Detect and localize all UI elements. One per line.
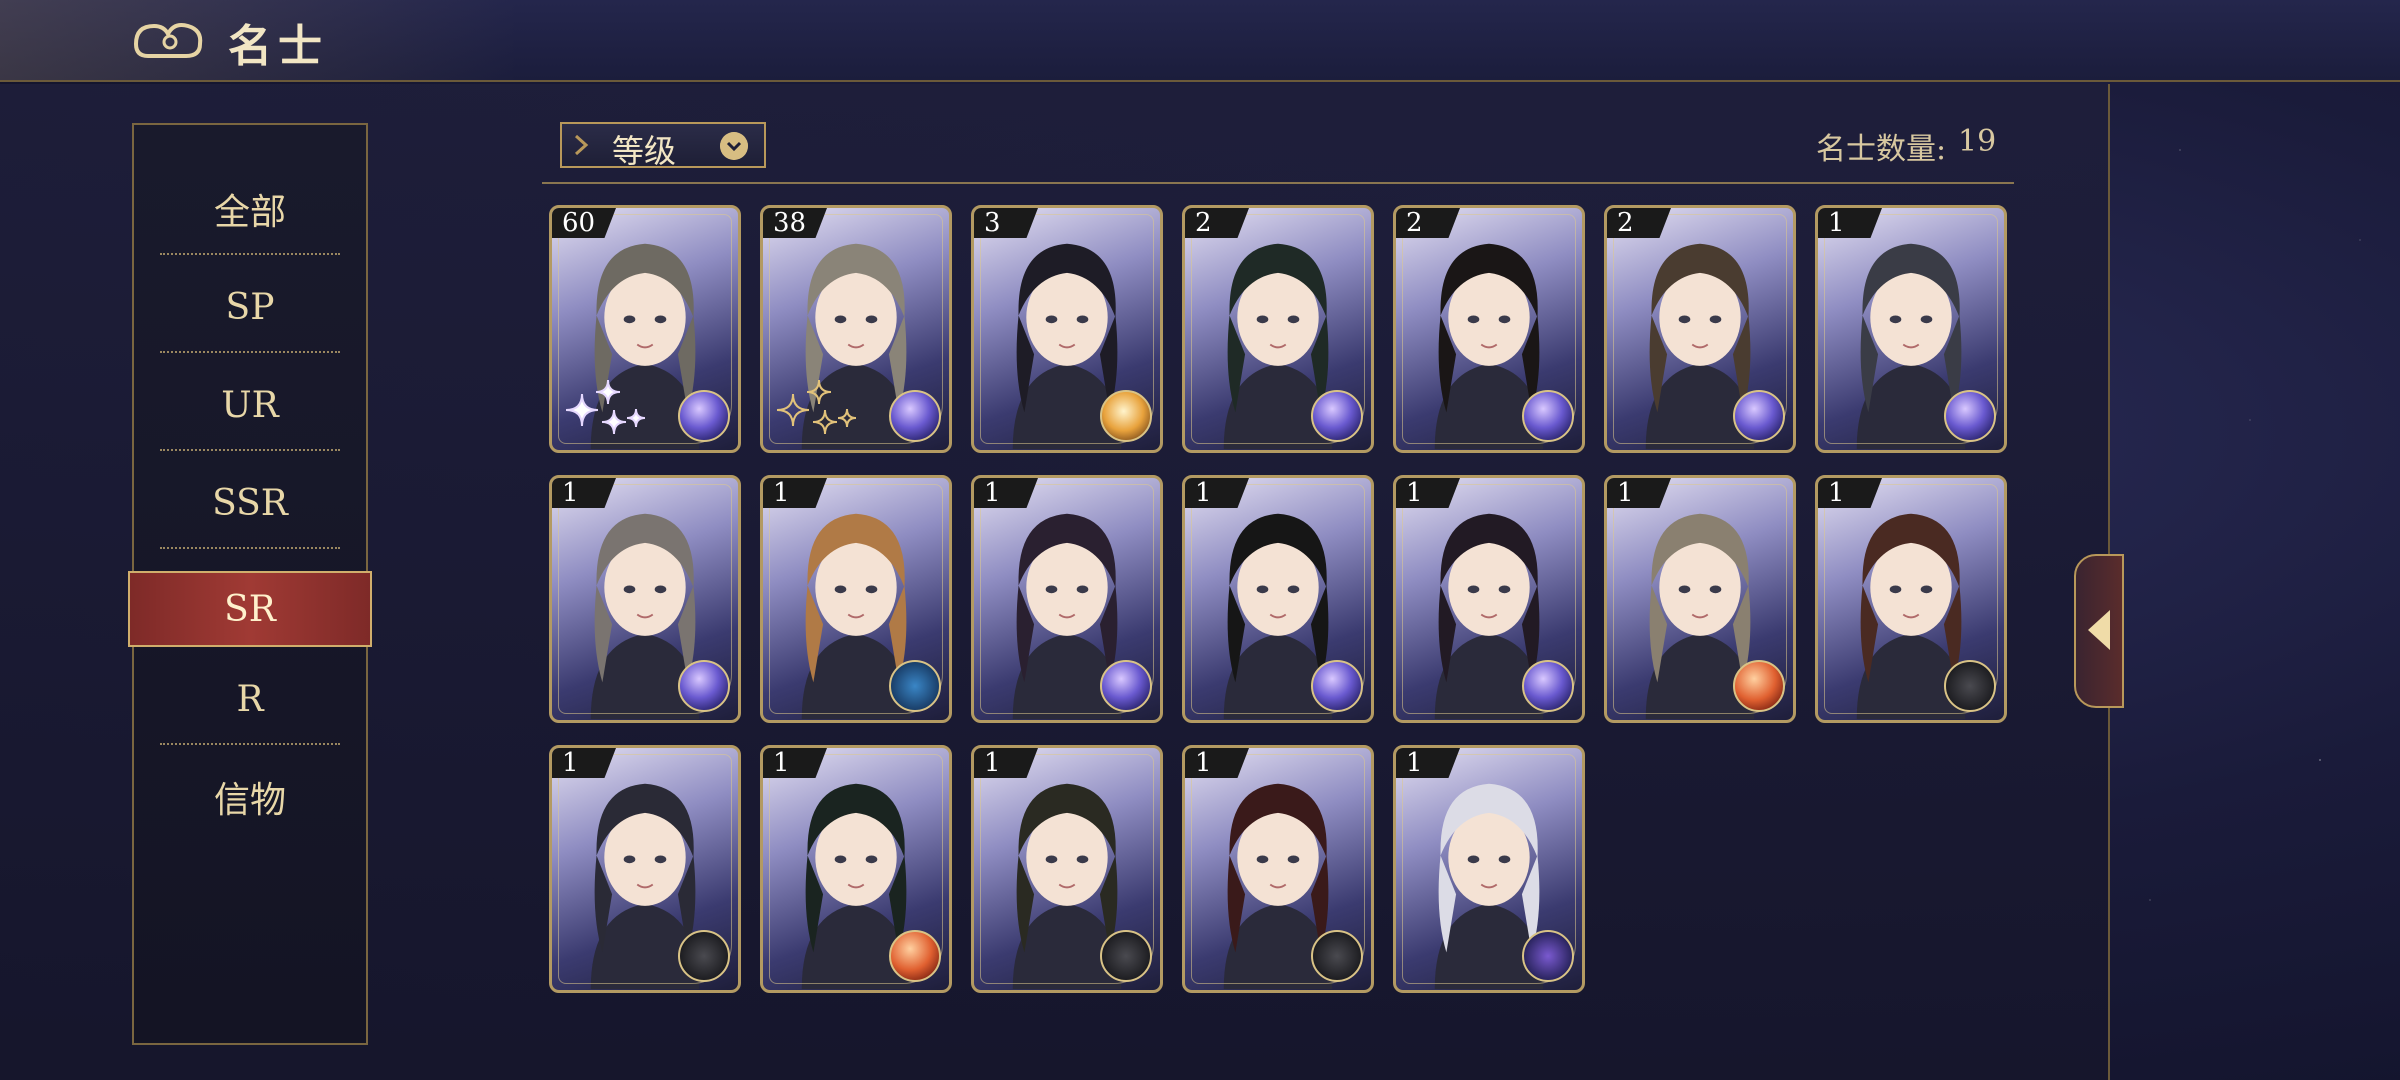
character-card[interactable]: 2	[1182, 205, 1374, 453]
eye-element-icon	[889, 660, 941, 712]
cosmos-element-icon	[1311, 390, 1363, 442]
character-card[interactable]: 2	[1393, 205, 1585, 453]
compass-element-icon	[1944, 660, 1996, 712]
sidebar-item-ur[interactable]: UR	[160, 357, 340, 453]
compass-element-icon	[678, 930, 730, 982]
sparkle-icon	[565, 379, 646, 435]
character-card[interactable]: 1	[760, 475, 952, 723]
cosmos-element-icon	[1944, 390, 1996, 442]
cosmos-element-icon	[1522, 660, 1574, 712]
level-badge: 1	[552, 748, 616, 778]
sun-element-icon	[1100, 390, 1152, 442]
cosmos-element-icon	[678, 660, 730, 712]
collapse-panel-button[interactable]	[2074, 554, 2124, 708]
chevron-down-icon	[720, 132, 748, 160]
cosmos-element-icon	[889, 390, 941, 442]
sidebar-divider	[160, 351, 340, 353]
level-badge: 1	[763, 748, 827, 778]
cosmos-element-icon	[1100, 660, 1152, 712]
sort-label: 等级	[612, 132, 677, 170]
toolbar-divider	[542, 182, 2014, 184]
character-card[interactable]: 1	[1815, 475, 2007, 723]
character-card[interactable]: 1	[1182, 475, 1374, 723]
moon-element-icon	[1522, 930, 1574, 982]
cosmos-element-icon	[1733, 390, 1785, 442]
character-card[interactable]: 1	[1604, 475, 1796, 723]
level-badge: 1	[1607, 478, 1671, 508]
character-card[interactable]: 1	[971, 475, 1163, 723]
cloud-back-icon[interactable]	[130, 14, 210, 64]
count-value: 19	[1958, 124, 1997, 159]
planet-element-icon	[1733, 660, 1785, 712]
sidebar-divider	[160, 253, 340, 255]
character-card[interactable]: 1	[1393, 745, 1585, 993]
character-card[interactable]: 1	[1393, 475, 1585, 723]
level-badge: 38	[763, 208, 827, 238]
character-card[interactable]: 1	[549, 475, 741, 723]
sidebar-item-r[interactable]: R	[160, 651, 340, 747]
page-header: 名士	[0, 0, 2400, 82]
page-title: 名士	[228, 21, 328, 72]
sidebar-item-sp[interactable]: SP	[160, 259, 340, 355]
level-badge: 2	[1607, 208, 1671, 238]
sidebar-item-sr[interactable]: SR	[128, 571, 372, 647]
level-badge: 2	[1185, 208, 1249, 238]
level-badge: 1	[1396, 478, 1460, 508]
character-card[interactable]: 38	[760, 205, 952, 453]
level-badge: 1	[552, 478, 616, 508]
sparkle-icon	[776, 379, 857, 435]
ornament-icon	[574, 134, 589, 156]
sidebar-divider	[160, 547, 340, 549]
character-card[interactable]: 3	[971, 205, 1163, 453]
level-badge: 1	[763, 478, 827, 508]
sidebar-divider	[160, 743, 340, 745]
character-card[interactable]: 1	[1815, 205, 2007, 453]
rarity-filter-sidebar: 全部 SP UR SSR SR R 信物	[128, 123, 372, 1045]
compass-element-icon	[1311, 930, 1363, 982]
sidebar-item-sr-label: SR	[224, 588, 276, 630]
character-card[interactable]: 1	[971, 745, 1163, 993]
level-badge: 1	[1185, 748, 1249, 778]
level-badge: 1	[974, 748, 1038, 778]
level-badge: 1	[1818, 208, 1882, 238]
level-badge: 1	[1396, 748, 1460, 778]
level-badge: 60	[552, 208, 616, 238]
level-badge: 3	[974, 208, 1038, 238]
sidebar-divider	[160, 449, 340, 451]
sort-dropdown[interactable]: 等级	[560, 122, 766, 170]
character-card[interactable]: 1	[760, 745, 952, 993]
cosmos-element-icon	[678, 390, 730, 442]
sidebar-item-all[interactable]: 全部	[160, 161, 340, 257]
character-card[interactable]: 60	[549, 205, 741, 453]
count-label: 名士数量:	[1816, 132, 1947, 167]
character-card[interactable]: 2	[1604, 205, 1796, 453]
level-badge: 1	[1818, 478, 1882, 508]
planet-element-icon	[889, 930, 941, 982]
sidebar-item-token[interactable]: 信物	[160, 749, 340, 845]
compass-element-icon	[1100, 930, 1152, 982]
level-badge: 1	[974, 478, 1038, 508]
level-badge: 1	[1185, 478, 1249, 508]
character-card[interactable]: 1	[1182, 745, 1374, 993]
level-badge: 2	[1396, 208, 1460, 238]
cosmos-element-icon	[1311, 660, 1363, 712]
sidebar-item-ssr[interactable]: SSR	[160, 455, 340, 551]
cosmos-element-icon	[1522, 390, 1574, 442]
character-card[interactable]: 1	[549, 745, 741, 993]
arrow-left-icon	[2088, 610, 2110, 650]
